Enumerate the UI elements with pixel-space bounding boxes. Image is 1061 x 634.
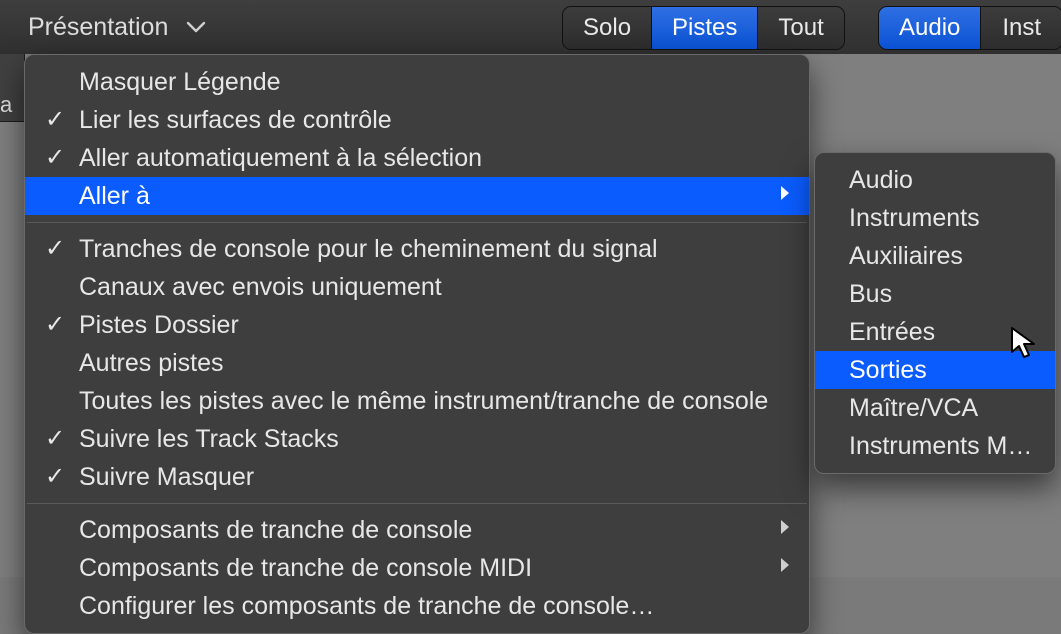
submenu-item-label: Audio [849,166,913,194]
seg-pistes[interactable]: Pistes [652,7,758,49]
submenu-item-label: Instruments [849,204,980,232]
mixer-scope-segmented: Solo Pistes Tout [562,6,845,50]
menu-item-s1-1[interactable]: ✓ Lier les surfaces de contrôle [25,101,809,139]
seg-pistes-label: Pistes [672,14,737,42]
menu-item-s1-3[interactable]: Aller à [25,177,809,215]
menu-item-label: Configurer les composants de tranche de … [79,592,654,620]
aller-a-submenu: Audio Instruments Auxiliaires Bus Entrées Sor… [814,152,1056,474]
check-icon: ✓ [45,461,65,493]
seg-tout-label: Tout [778,14,823,42]
presentation-menu: Masquer Légende ✓ Lier les surfaces de con… [24,54,810,634]
seg-solo[interactable]: Solo [563,7,652,49]
submenu-arrow-icon [779,518,791,536]
submenu-item-2[interactable]: Auxiliaires [815,237,1055,275]
submenu-item-7[interactable]: Instruments MIDI [815,427,1055,465]
submenu-item-5[interactable]: Sorties [815,351,1055,389]
menu-item-label: Composants de tranche de console [79,516,472,544]
menu-item-label: Autres pistes [79,349,224,377]
mixer-body: a Masquer Légende ✓ Lier les surfaces de c… [0,54,1061,577]
menu-item-s1-2[interactable]: ✓ Aller automatiquement à la sélection [25,139,809,177]
seg-tout[interactable]: Tout [758,7,843,49]
mixer-type-segmented: Audio Inst [878,6,1061,50]
submenu-item-label: Bus [849,280,892,308]
menu-item-s2-4[interactable]: Toutes les pistes avec le même instrumen… [25,382,809,420]
menu-item-s3-0[interactable]: Composants de tranche de console [25,511,809,549]
menu-item-s2-2[interactable]: ✓ Pistes Dossier [25,306,809,344]
menu-separator [27,503,807,504]
submenu-item-label: Instruments MIDI [849,432,1039,460]
presentation-menu-button[interactable]: Présentation [28,13,206,42]
check-icon: ✓ [45,104,65,136]
check-icon: ✓ [45,233,65,265]
menu-item-label: Tranches de console pour le cheminement … [79,235,658,263]
submenu-item-label: Maître/VCA [849,394,978,422]
submenu-item-label: Auxiliaires [849,242,963,270]
menu-item-s2-5[interactable]: ✓ Suivre les Track Stacks [25,420,809,458]
check-icon: ✓ [45,309,65,341]
seg-inst-label: Inst [1002,14,1041,42]
menu-item-label: Toutes les pistes avec le même instrumen… [79,387,768,415]
menu-item-label: Suivre les Track Stacks [79,425,339,453]
menu-item-s1-0[interactable]: Masquer Légende [25,63,809,101]
submenu-item-label: Sorties [849,356,927,384]
submenu-item-6[interactable]: Maître/VCA [815,389,1055,427]
menu-item-s3-2[interactable]: Configurer les composants de tranche de … [25,587,809,625]
left-strip: a [0,54,25,122]
chevron-down-icon [186,20,206,34]
menu-item-label: Lier les surfaces de contrôle [79,106,392,134]
check-icon: ✓ [45,423,65,455]
seg-solo-label: Solo [583,14,631,42]
seg-audio[interactable]: Audio [879,7,981,49]
menu-item-s3-1[interactable]: Composants de tranche de console MIDI [25,549,809,587]
menu-item-label: Pistes Dossier [79,311,239,339]
seg-inst[interactable]: Inst [981,7,1061,49]
submenu-arrow-icon [779,184,791,202]
check-icon: ✓ [45,142,65,174]
menu-item-label: Canaux avec envois uniquement [79,273,442,301]
menu-item-s2-1[interactable]: Canaux avec envois uniquement [25,268,809,306]
menu-item-label: Suivre Masquer [79,463,254,491]
menu-item-label: Aller automatiquement à la sélection [79,144,482,172]
presentation-label: Présentation [28,13,168,42]
submenu-item-0[interactable]: Audio [815,161,1055,199]
mixer-toolbar: Présentation Solo Pistes Tout Audio Inst [0,0,1061,55]
submenu-arrow-icon [779,556,791,574]
menu-item-label: Composants de tranche de console MIDI [79,554,532,582]
menu-item-label: Masquer Légende [79,68,281,96]
submenu-item-1[interactable]: Instruments [815,199,1055,237]
submenu-item-4[interactable]: Entrées [815,313,1055,351]
menu-item-label: Aller à [79,182,150,210]
menu-separator [27,222,807,223]
left-strip-label: a [0,92,12,118]
seg-audio-label: Audio [899,14,960,42]
menu-item-s2-0[interactable]: ✓ Tranches de console pour le cheminement… [25,230,809,268]
submenu-item-3[interactable]: Bus [815,275,1055,313]
menu-item-s2-6[interactable]: ✓ Suivre Masquer [25,458,809,496]
menu-item-s2-3[interactable]: Autres pistes [25,344,809,382]
submenu-item-label: Entrées [849,318,935,346]
